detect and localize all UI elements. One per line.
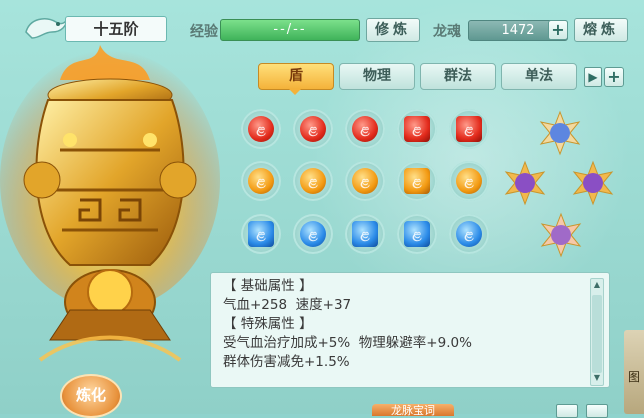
- blue-gem-icon: ළ: [248, 221, 274, 247]
- gem-slot[interactable]: ළ: [397, 109, 437, 149]
- dragon-vein-button[interactable]: 龙脉宝词: [372, 404, 454, 416]
- blue-gem-icon: ළ: [352, 221, 378, 247]
- orange-gem-icon: ළ: [352, 168, 378, 194]
- star-slot-right[interactable]: [570, 160, 616, 206]
- scroll-up-icon[interactable]: ▲: [592, 280, 602, 290]
- gem-slot[interactable]: ළ: [241, 109, 281, 149]
- blue-gem-icon: ළ: [404, 221, 430, 247]
- side-widget-label: 图: [627, 370, 640, 384]
- special-attr-header: 【 特殊属性 】: [223, 316, 313, 332]
- bottom-menu-button[interactable]: [586, 404, 608, 418]
- star-slot-top[interactable]: [537, 110, 583, 156]
- next-tab-arrow-icon[interactable]: ▶: [584, 67, 602, 87]
- tab-shield[interactable]: 盾: [258, 63, 334, 90]
- star-slot-bottom[interactable]: [538, 212, 584, 258]
- exp-label: 经验: [190, 24, 218, 40]
- gem-slot[interactable]: ළ: [293, 161, 333, 201]
- gem-slot[interactable]: ළ: [449, 109, 489, 149]
- gem-slot[interactable]: ළ: [293, 214, 333, 254]
- red-gem-icon: ළ: [248, 116, 274, 142]
- orange-gem-icon: ළ: [456, 168, 482, 194]
- attribute-scrollbar[interactable]: ▲ ▼: [590, 278, 604, 386]
- add-tab-button[interactable]: +: [604, 67, 624, 87]
- red-gem-icon: ළ: [404, 116, 430, 142]
- dragon-urn-illustration: [0, 45, 220, 362]
- orange-gem-icon: ළ: [248, 168, 274, 194]
- base-attr-header: 【 基础属性 】: [223, 278, 313, 294]
- add-soul-button[interactable]: +: [548, 20, 568, 40]
- blue-gem-icon: ළ: [456, 221, 482, 247]
- red-gem-icon: ළ: [352, 116, 378, 142]
- base-attr-values: 气血+258 速度+37: [223, 297, 352, 313]
- side-widget[interactable]: 图: [624, 330, 644, 414]
- gem-slot[interactable]: ළ: [449, 214, 489, 254]
- cultivate-button[interactable]: 修炼: [366, 18, 420, 42]
- scroll-down-icon[interactable]: ▼: [592, 373, 602, 383]
- gem-slot[interactable]: ළ: [397, 214, 437, 254]
- special-attr-line-2: 群体伤害减免+1.5%: [223, 354, 350, 370]
- scroll-thumb[interactable]: [592, 295, 602, 373]
- gem-slot[interactable]: ළ: [241, 214, 281, 254]
- exp-bar: --/--: [220, 19, 360, 41]
- tab-physical[interactable]: 物理: [339, 63, 415, 90]
- star-slot-left[interactable]: [502, 160, 548, 206]
- refine-button[interactable]: 炼化: [60, 374, 122, 418]
- tier-label: 十五阶: [65, 16, 167, 42]
- special-attr-line-1: 受气血治疗加成+5% 物理躲避率+9.0%: [223, 335, 472, 351]
- gem-slot[interactable]: ළ: [449, 161, 489, 201]
- gem-slot[interactable]: ළ: [345, 161, 385, 201]
- gem-slot[interactable]: ළ: [241, 161, 281, 201]
- tab-pointer: [288, 88, 302, 95]
- orange-gem-icon: ළ: [404, 168, 430, 194]
- tab-group-magic[interactable]: 群法: [420, 63, 496, 90]
- attribute-panel: 【 基础属性 】 气血+258 速度+37 【 特殊属性 】 受气血治疗加成+5…: [210, 272, 610, 388]
- gem-slot[interactable]: ළ: [345, 214, 385, 254]
- orange-gem-icon: ළ: [300, 168, 326, 194]
- tab-single-magic[interactable]: 单法: [501, 63, 577, 90]
- gem-slot[interactable]: ළ: [293, 109, 333, 149]
- bottom-up-button[interactable]: [556, 404, 578, 418]
- blue-gem-icon: ළ: [300, 221, 326, 247]
- red-gem-icon: ළ: [300, 116, 326, 142]
- gem-slot[interactable]: ළ: [397, 161, 437, 201]
- soul-label: 龙魂: [433, 24, 461, 40]
- gem-slot[interactable]: ළ: [345, 109, 385, 149]
- red-gem-icon: ළ: [456, 116, 482, 142]
- smelt-button[interactable]: 熔炼: [574, 18, 628, 42]
